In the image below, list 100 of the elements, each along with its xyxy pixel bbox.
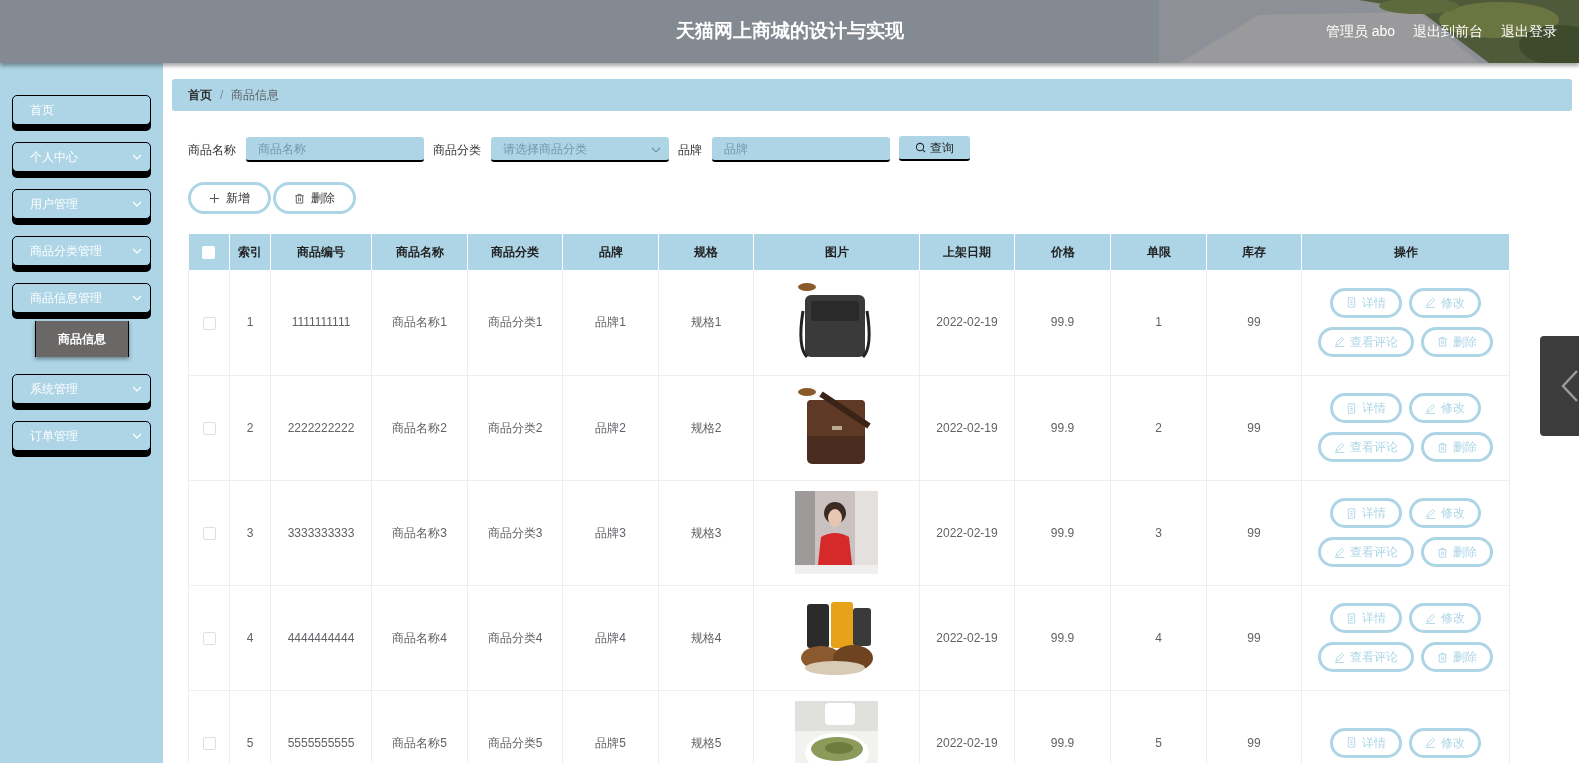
table-cell: 商品名称3 <box>392 525 447 540</box>
table-cell: 商品名称1 <box>392 315 447 330</box>
table-cell: 规格2 <box>690 420 722 435</box>
document-icon <box>1346 612 1357 624</box>
detail-button[interactable]: 详情 <box>1330 603 1402 633</box>
input-field[interactable]: 品牌 <box>712 137 890 162</box>
trash-icon <box>1437 546 1448 558</box>
table-cell: 品牌1 <box>595 315 626 330</box>
submenu-item[interactable]: 商品信息 <box>34 321 129 357</box>
table-cell: 规格4 <box>690 630 722 645</box>
breadcrumb-item: 商品信息 <box>231 87 280 104</box>
chevron-icon <box>132 154 142 160</box>
chevron-left-icon <box>1560 369 1578 403</box>
table-cell: 4444444444 <box>287 630 355 645</box>
detail-button[interactable]: 详情 <box>1330 393 1402 423</box>
table-cell: 商品分类5 <box>487 735 543 750</box>
delete-button[interactable]: 删除 <box>1421 432 1493 462</box>
edit-button[interactable]: 查看评论 <box>1318 642 1414 672</box>
column-header: 商品编号 <box>297 245 345 259</box>
table-cell: 99.9 <box>1050 525 1075 540</box>
table-cell: 5555555555 <box>287 735 355 750</box>
column-header: 图片 <box>824 245 849 259</box>
side-tab[interactable] <box>1540 336 1579 436</box>
pencil-icon <box>1425 737 1436 748</box>
column-header: 操作 <box>1393 245 1418 259</box>
select-field[interactable]: 请选择商品分类 <box>491 137 669 162</box>
table-cell: 商品名称2 <box>392 420 447 435</box>
table-cell: 2 <box>1155 420 1162 435</box>
checkbox[interactable] <box>202 526 216 540</box>
checkbox[interactable] <box>202 631 216 645</box>
pencil-icon <box>1425 612 1436 624</box>
edit-button[interactable]: 修改 <box>1409 498 1481 528</box>
delete-button[interactable]: 删除 <box>1421 326 1493 357</box>
table-cell: 3 <box>246 525 254 540</box>
chevron-icon <box>132 201 142 207</box>
document-icon <box>1346 507 1357 519</box>
detail-button[interactable]: 详情 <box>1330 727 1402 758</box>
input-field[interactable]: 商品名称 <box>246 137 424 162</box>
chevron-icon <box>132 386 142 392</box>
header-link[interactable]: 退出登录 <box>1501 21 1557 42</box>
pencil-icon <box>1334 651 1345 663</box>
delete-button[interactable]: 删除 <box>1421 537 1493 567</box>
table-cell: 商品分类1 <box>487 315 543 330</box>
edit-button[interactable]: 查看评论 <box>1318 537 1414 567</box>
breadcrumb-item[interactable]: 首页 <box>188 86 212 104</box>
add-button[interactable]: 新增 <box>188 182 271 214</box>
trash-icon <box>1437 441 1448 453</box>
table-cell: 99 <box>1247 735 1261 750</box>
delete-button[interactable]: 删除 <box>273 182 356 214</box>
pencil-icon <box>1425 507 1436 519</box>
table-cell: 商品名称4 <box>392 630 447 645</box>
field-label: 商品名称 <box>188 141 236 159</box>
pencil-icon <box>1334 546 1345 558</box>
table-cell: 99.9 <box>1050 315 1075 330</box>
column-header: 单限 <box>1146 245 1171 259</box>
checkbox[interactable] <box>202 246 216 260</box>
table-cell: 规格1 <box>690 315 722 330</box>
table-cell: 规格5 <box>690 735 722 750</box>
detail-button[interactable]: 详情 <box>1330 287 1402 318</box>
column-header: 库存 <box>1242 245 1266 259</box>
table-cell: 规格3 <box>690 525 722 540</box>
edit-button[interactable]: 查看评论 <box>1318 326 1414 357</box>
field-label: 商品分类 <box>433 141 481 159</box>
delete-button[interactable]: 删除 <box>1421 642 1493 672</box>
column-header: 价格 <box>1050 245 1075 259</box>
search-button[interactable]: 查询 <box>899 136 970 161</box>
edit-button[interactable]: 修改 <box>1409 727 1481 758</box>
table-cell: 4 <box>1155 630 1162 645</box>
table-cell: 5 <box>1155 735 1162 750</box>
table-cell: 1111111111 <box>291 315 351 330</box>
table-cell: 2022-02-19 <box>936 420 998 435</box>
table-cell: 商品分类3 <box>487 525 543 540</box>
column-header: 商品名称 <box>395 245 444 259</box>
chevron-icon <box>132 248 142 254</box>
trash-icon <box>294 192 305 204</box>
table-cell: 3 <box>1155 525 1162 540</box>
trash-icon <box>1437 651 1448 663</box>
edit-button[interactable]: 修改 <box>1409 393 1481 423</box>
edit-button[interactable]: 修改 <box>1409 603 1481 633</box>
checkbox[interactable] <box>202 736 216 750</box>
pencil-icon <box>1425 297 1436 309</box>
table-cell: 商品名称5 <box>392 735 447 750</box>
document-icon <box>1346 737 1357 748</box>
field-label: 品牌 <box>678 141 702 159</box>
checkbox[interactable] <box>202 421 216 435</box>
header-link[interactable]: 退出到前台 <box>1413 21 1483 42</box>
search-icon <box>915 142 926 153</box>
column-header: 规格 <box>694 245 718 259</box>
detail-button[interactable]: 详情 <box>1330 498 1402 528</box>
app-title: 天猫网上商城的设计与实现 <box>675 20 904 42</box>
table-cell: 商品分类2 <box>487 420 543 435</box>
table-cell: 5 <box>246 735 254 750</box>
table-cell: 2022-02-19 <box>936 525 998 540</box>
table-cell: 品牌2 <box>595 420 626 435</box>
checkbox[interactable] <box>202 316 216 330</box>
pencil-icon <box>1334 441 1345 453</box>
edit-button[interactable]: 修改 <box>1409 287 1481 318</box>
edit-button[interactable]: 查看评论 <box>1318 432 1414 462</box>
table-cell: 3333333333 <box>287 525 355 540</box>
table-cell: 品牌4 <box>595 630 626 645</box>
